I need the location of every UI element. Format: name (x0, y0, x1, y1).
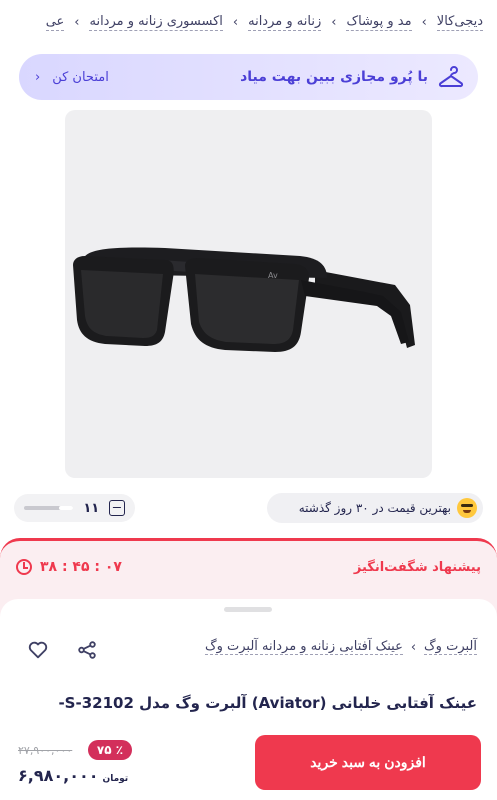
final-price: ۶,۹۸۰,۰۰۰ تومان (18, 766, 129, 785)
brand-link[interactable]: آلبرت وگ (424, 639, 477, 655)
virtual-tryon-banner[interactable]: با پُرو مجازی ببین بهت میاد امتحان کن ‹ (19, 54, 478, 100)
breadcrumb-item-fashion[interactable]: مد و پوشاک (346, 14, 412, 31)
hanger-icon (438, 66, 464, 88)
breadcrumb-item-digikala[interactable]: دیجی‌کالا (436, 14, 483, 31)
best-price-text: بهترین قیمت در ۳۰ روز گذشته (298, 501, 451, 515)
category-links: آلبرت وگ ‹ عینک آفتابی زنانه و مردانه آل… (204, 639, 477, 655)
old-price: ۲۷,۹۰۰,۰۰۰ (18, 744, 73, 757)
tryon-cta-label: امتحان کن (52, 69, 109, 85)
breadcrumb: دیجی‌کالا ‹ مد و پوشاک ‹ زنانه و مردانه … (0, 0, 497, 44)
tryon-message: با پُرو مجازی ببین بهت میاد (240, 66, 464, 88)
gallery-icon (109, 500, 125, 516)
heart-icon[interactable] (27, 639, 49, 661)
buy-bar: افزودن به سبد خرید ۲۷,۹۰۰,۰۰۰ ۷۵ ٪ ۶,۹۸۰… (0, 735, 497, 800)
price-value: ۶,۹۸۰,۰۰۰ (18, 766, 99, 785)
product-image[interactable]: Av (65, 110, 432, 478)
add-to-cart-button[interactable]: افزودن به سبد خرید (255, 735, 481, 790)
sheet-drag-handle[interactable] (224, 607, 272, 612)
offer-countdown: ۳۸ : ۴۵ : ۰۷ (40, 559, 122, 575)
chevron-left-icon: ‹ (35, 69, 41, 85)
clock-icon (16, 559, 32, 575)
gallery-slider[interactable]: ۱۱ (14, 494, 135, 522)
breadcrumb-separator: ‹ (74, 14, 80, 30)
offer-timer: ۳۸ : ۴۵ : ۰۷ (16, 559, 122, 575)
offer-title: پیشنهاد شگفت‌انگیز (353, 559, 481, 575)
gallery-count: ۱۱ (83, 500, 100, 516)
category-link[interactable]: عینک آفتابی زنانه و مردانه آلبرت وگ (204, 639, 403, 655)
breadcrumb-separator: ‹ (232, 14, 239, 30)
best-price-badge: بهترین قیمت در ۳۰ روز گذشته (267, 493, 483, 523)
share-icon[interactable] (76, 639, 98, 661)
currency-label: تومان (102, 774, 129, 784)
category-separator: ‹ (410, 639, 417, 655)
price-block: ۲۷,۹۰۰,۰۰۰ ۷۵ ٪ ۶,۹۸۰,۰۰۰ تومان (18, 740, 138, 790)
image-progress-track (24, 506, 74, 510)
breadcrumb-item-sunglasses[interactable]: عی (45, 14, 65, 31)
tryon-cta[interactable]: امتحان کن ‹ (35, 70, 109, 85)
sunglasses-image: Av (73, 247, 415, 352)
breadcrumb-separator: ‹ (331, 14, 337, 30)
product-title: عینک آفتابی خلبانی (Aviator) آلبرت وگ مد… (58, 694, 477, 712)
image-progress-fill (59, 506, 74, 510)
breadcrumb-item-accessories[interactable]: اکسسوری زنانه و مردانه (89, 14, 223, 31)
discount-badge: ۷۵ ٪ (88, 740, 132, 760)
tryon-text: با پُرو مجازی ببین بهت میاد (240, 69, 428, 85)
svg-text:Av: Av (268, 271, 278, 280)
breadcrumb-separator: ‹ (421, 14, 427, 30)
category-row: آلبرت وگ ‹ عینک آفتابی زنانه و مردانه آل… (0, 637, 497, 663)
star-struck-emoji-icon (457, 498, 477, 518)
breadcrumb-item-men-women[interactable]: زنانه و مردانه (248, 14, 322, 31)
